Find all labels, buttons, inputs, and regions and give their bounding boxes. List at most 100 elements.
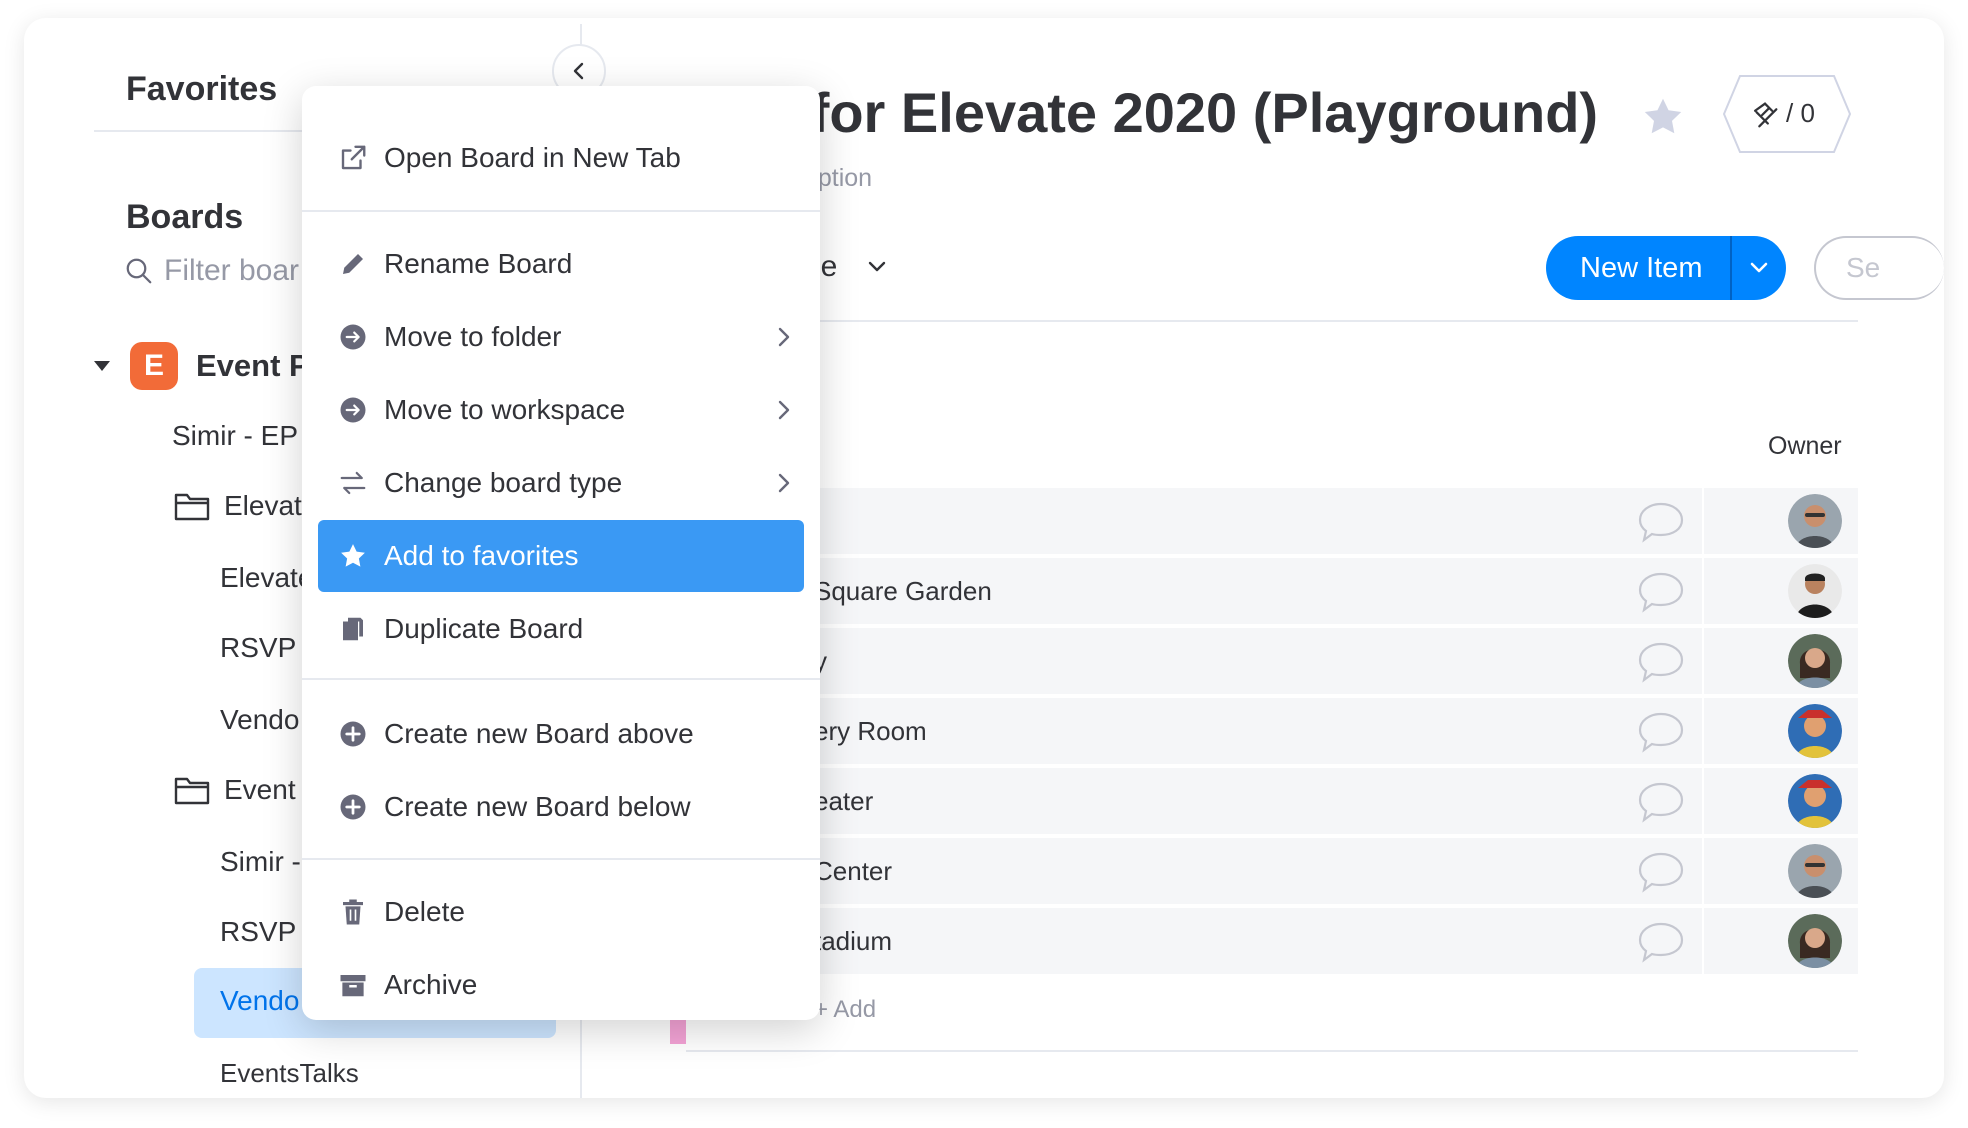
sidebar-folder-item[interactable]: Event l [174, 774, 310, 806]
menu-item-create-board-below[interactable]: Create new Board below [318, 771, 804, 843]
pencil-icon [343, 254, 363, 274]
column-separator [1702, 838, 1704, 906]
avatar[interactable] [1788, 844, 1842, 898]
sidebar-folder-label: Elevat [224, 490, 302, 521]
avatar[interactable] [1788, 914, 1842, 968]
caret-down-icon [94, 361, 110, 371]
menu-item-change-board-type[interactable]: Change board type [318, 447, 804, 519]
table-row[interactable] [814, 488, 1858, 556]
menu-item-label: Duplicate Board [384, 613, 584, 644]
new-item-dropdown[interactable] [1732, 261, 1786, 275]
menu-divider [302, 210, 820, 212]
folder-icon [174, 493, 210, 521]
sidebar-board-item[interactable]: Simir - EP l [172, 420, 312, 452]
menu-item-label: Delete [384, 896, 465, 927]
view-selector[interactable]: le [814, 250, 887, 284]
toolbar-divider [814, 320, 1858, 322]
comment-icon[interactable] [1636, 640, 1686, 684]
duplicate-icon [343, 617, 363, 641]
arrow-circle-icon [340, 324, 366, 350]
table-row[interactable]: eater [814, 768, 1858, 836]
menu-item-create-board-above[interactable]: Create new Board above [318, 698, 804, 770]
avatar[interactable] [1788, 774, 1842, 828]
row-name: ery Room [814, 716, 927, 746]
column-separator [1702, 558, 1704, 626]
menu-item-label: Change board type [384, 467, 623, 498]
activity-count: / 0 [1786, 98, 1815, 128]
menu-item-move-to-folder[interactable]: Move to folder [318, 301, 804, 373]
sidebar-folder-label: Event l [224, 774, 310, 805]
chevron-right-icon [778, 400, 790, 420]
board-title-text: s for Elevate 2020 (Playground) [764, 81, 1599, 144]
avatar[interactable] [1788, 564, 1842, 618]
menu-item-label: Move to folder [384, 321, 562, 352]
table-row[interactable]: ery Room [814, 698, 1858, 766]
sidebar-board-item[interactable]: Simir - [220, 846, 301, 878]
arrow-circle-icon [340, 397, 366, 423]
row-name: eater [814, 786, 874, 816]
menu-item-label: Create new Board above [384, 718, 694, 749]
workspace-header[interactable]: E Event P [92, 342, 310, 390]
filter-boards-placeholder: Filter boar [164, 254, 300, 287]
comment-icon[interactable] [1636, 920, 1686, 964]
star-icon[interactable] [1640, 94, 1686, 140]
new-item-label: New Item [1580, 251, 1703, 284]
menu-item-open-new-tab[interactable]: Open Board in New Tab [318, 122, 804, 194]
menu-item-rename-board[interactable]: Rename Board [318, 228, 804, 300]
search-button[interactable]: Se [1814, 236, 1944, 300]
boards-title: Boards [126, 198, 244, 236]
menu-item-archive[interactable]: Archive [318, 949, 804, 1021]
plus-circle-icon [340, 794, 366, 820]
star-icon [341, 544, 365, 567]
search-button-label: Se [1846, 252, 1881, 283]
menu-item-add-to-favorites[interactable]: Add to favorites [318, 520, 804, 592]
plus-circle-icon [340, 721, 366, 747]
sidebar-folder-item[interactable]: Elevat [174, 490, 302, 522]
comment-icon[interactable] [1636, 570, 1686, 614]
menu-item-duplicate-board[interactable]: Duplicate Board [318, 593, 804, 665]
comment-icon[interactable] [1636, 850, 1686, 894]
sidebar-board-item[interactable]: Elevate [220, 562, 313, 594]
sidebar-board-item[interactable]: Vendo [220, 704, 299, 736]
folder-icon [174, 777, 210, 805]
board-context-menu: Open Board in New Tab Rename Board Move … [302, 86, 820, 1020]
comment-icon[interactable] [1636, 780, 1686, 824]
table-row[interactable]: y [814, 628, 1858, 696]
comment-icon[interactable] [1636, 500, 1686, 544]
menu-item-label: Rename Board [384, 248, 573, 279]
swap-icon [340, 471, 366, 495]
sidebar-board-item[interactable]: EventsTalks [220, 1058, 359, 1089]
menu-item-delete[interactable]: Delete [318, 876, 804, 948]
table-row[interactable]: Square Garden [814, 558, 1858, 626]
archive-icon [340, 975, 366, 997]
menu-item-move-to-workspace[interactable]: Move to workspace [318, 374, 804, 446]
trash-icon [343, 899, 363, 925]
sidebar-active-board-label: Vendo [220, 985, 300, 1016]
group-bottom-divider [686, 1050, 1858, 1052]
menu-item-label: Add to favorites [384, 540, 579, 571]
search-icon [126, 258, 152, 284]
avatar[interactable] [1788, 494, 1842, 548]
comment-icon[interactable] [1636, 710, 1686, 754]
column-separator [1702, 908, 1704, 976]
table-row[interactable]: tadium [814, 908, 1858, 976]
avatar[interactable] [1788, 634, 1842, 688]
table-row[interactable]: Center [814, 838, 1858, 906]
new-item-button[interactable]: New Item [1546, 236, 1786, 300]
chevron-left-icon [573, 62, 584, 80]
row-name: Center [814, 856, 893, 886]
chevron-right-icon [778, 327, 790, 347]
menu-item-label: Create new Board below [384, 791, 691, 822]
menu-divider [302, 678, 820, 680]
workspace-name: Event P [196, 348, 310, 383]
filter-boards-input[interactable]: Filter boar [124, 254, 299, 288]
column-separator [1702, 698, 1704, 766]
activity-icon [1753, 102, 1778, 128]
owner-column-header: Owner [1768, 432, 1842, 460]
add-item-row[interactable]: + Add [814, 996, 876, 1024]
avatar[interactable] [1788, 704, 1842, 758]
chevron-down-icon [869, 261, 886, 272]
board-title[interactable]: s for Elevate 2020 (Playground) [764, 80, 1686, 145]
column-separator [1702, 768, 1704, 836]
menu-item-label: Move to workspace [384, 394, 626, 425]
